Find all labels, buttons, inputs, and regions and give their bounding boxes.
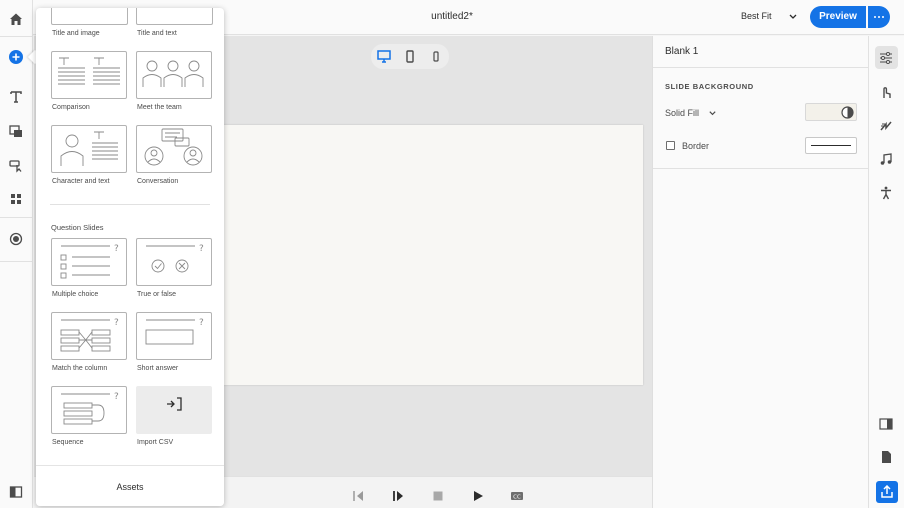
device-view-toggle [371, 44, 449, 69]
comparison-layout-icon [58, 57, 120, 85]
tile-label: Title and text [137, 30, 177, 37]
accessibility-icon[interactable] [879, 186, 893, 200]
short-answer-icon: ? [145, 318, 204, 345]
tile-label: Import CSV [137, 439, 174, 446]
question-slides-heading: Question Slides [51, 223, 104, 232]
preview-button[interactable]: Preview [810, 6, 866, 28]
multiple-choice-tile[interactable]: ? [51, 238, 127, 286]
previous-icon[interactable] [352, 490, 366, 502]
conversation-layout-tile[interactable] [136, 125, 212, 173]
interaction-icon[interactable] [8, 157, 24, 173]
comparison-layout-tile[interactable] [51, 51, 127, 99]
rail-divider [0, 261, 33, 262]
svg-text:?: ? [114, 244, 119, 254]
match-the-column-icon: ? [60, 318, 119, 352]
assets-button[interactable]: Assets [36, 465, 224, 506]
properties-icon[interactable] [879, 51, 893, 65]
slide-canvas[interactable] [223, 125, 643, 385]
border-label: Border [682, 141, 710, 151]
properties-panel: Blank 1 SLIDE BACKGROUND Solid Fill Bord… [652, 36, 869, 508]
interactions-icon[interactable] [879, 85, 893, 99]
desktop-view-icon[interactable] [377, 50, 391, 63]
tile-label: Title and image [52, 30, 100, 37]
sequence-tile[interactable]: ? [51, 386, 127, 434]
tile-label: Conversation [137, 178, 179, 185]
tablet-view-icon[interactable] [403, 50, 417, 63]
record-icon[interactable] [8, 231, 24, 247]
stop-icon[interactable] [431, 490, 445, 502]
left-toolbar [0, 0, 33, 508]
svg-text:?: ? [114, 318, 119, 328]
svg-text:?: ? [114, 392, 119, 402]
border-checkbox[interactable] [666, 141, 675, 150]
border-style-picker[interactable] [805, 137, 857, 154]
slide-name: Blank 1 [665, 46, 699, 57]
tile-label: Character and text [52, 178, 110, 185]
section-heading: SLIDE BACKGROUND [665, 82, 754, 91]
true-or-false-tile[interactable]: ? [136, 238, 212, 286]
animation-icon[interactable] [879, 119, 893, 133]
export-button[interactable] [876, 481, 898, 503]
slide-notes-icon[interactable] [879, 417, 893, 431]
divider [653, 168, 869, 169]
assets-label: Assets [116, 482, 144, 492]
right-toolbar [868, 36, 904, 508]
sequence-icon: ? [61, 392, 119, 425]
match-the-column-tile[interactable]: ? [51, 312, 127, 360]
text-icon[interactable] [8, 89, 24, 105]
properties-header: Blank 1 [653, 36, 869, 68]
character-and-text-layout-tile[interactable] [51, 125, 127, 173]
meet-the-team-layout-icon [142, 60, 204, 87]
app-window: untitled2* Best Fit Preview CC Blank 1 S… [0, 0, 904, 508]
tile-label: True or false [137, 291, 177, 298]
rail-divider [0, 217, 33, 218]
mobile-view-icon[interactable] [429, 50, 443, 63]
add-icon[interactable] [8, 49, 24, 65]
short-answer-tile[interactable]: ? [136, 312, 212, 360]
zoom-select[interactable]: Best Fit [741, 11, 772, 21]
slides-panel-icon[interactable] [8, 484, 24, 500]
multiple-choice-icon: ? [60, 244, 119, 279]
import-icon [167, 397, 182, 411]
tile-label: Short answer [137, 365, 179, 372]
layout-tile[interactable] [51, 8, 128, 25]
svg-text:?: ? [199, 244, 204, 254]
more-options-button[interactable] [868, 6, 890, 28]
tile-label: Meet the team [137, 104, 182, 111]
conversation-layout-icon [144, 128, 203, 166]
widgets-icon[interactable] [8, 191, 24, 207]
play-icon[interactable] [471, 490, 485, 502]
play-pause-icon[interactable] [391, 490, 405, 502]
tile-label: Multiple choice [52, 291, 99, 298]
true-or-false-icon: ? [146, 244, 204, 273]
layout-tile[interactable] [136, 8, 213, 25]
color-picker-icon[interactable] [841, 106, 854, 119]
document-icon[interactable] [879, 450, 893, 464]
svg-text:CC: CC [513, 494, 521, 500]
export-icon [881, 485, 893, 498]
popover-divider [50, 204, 210, 205]
tile-label: Sequence [52, 439, 84, 446]
closed-captions-icon[interactable]: CC [510, 490, 524, 502]
media-icon[interactable] [8, 123, 24, 139]
chevron-down-icon[interactable] [708, 109, 717, 118]
meet-the-team-layout-tile[interactable] [136, 51, 212, 99]
tile-label: Comparison [52, 104, 90, 111]
slide-layouts-popover: Title and image Title and text Compariso… [36, 8, 224, 506]
tile-label: Match the column [52, 365, 108, 372]
fill-type-dropdown[interactable]: Solid Fill [665, 108, 699, 118]
chevron-down-icon[interactable] [788, 12, 798, 22]
rail-divider [0, 36, 33, 37]
home-icon[interactable] [8, 11, 24, 27]
svg-text:?: ? [199, 318, 204, 328]
audio-icon[interactable] [879, 152, 893, 166]
character-and-text-layout-icon [60, 131, 118, 166]
import-csv-tile[interactable] [136, 386, 212, 434]
